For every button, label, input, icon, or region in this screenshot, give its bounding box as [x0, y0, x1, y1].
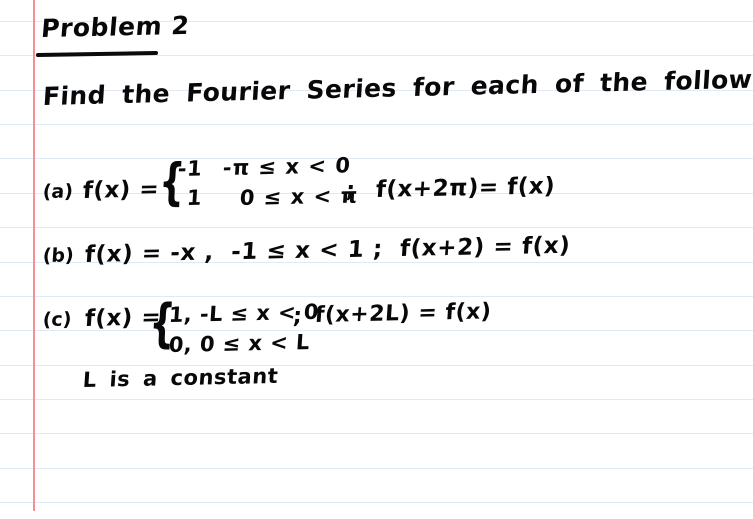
piecewise-value-c-1: 1, [168, 302, 194, 327]
periodicity-condition-a: f(x+2π)= f(x) [375, 173, 557, 203]
piecewise-value-c-2: 0, [168, 332, 194, 357]
problem-label-b: (b) [42, 244, 75, 267]
page-title: Problem 2 [40, 10, 191, 44]
constant-note-c: L is a constant [82, 363, 280, 392]
piecewise-domain-c-2: 0 ≤ x < L [199, 330, 311, 357]
piecewise-value-a-1: -1 [177, 156, 203, 181]
piecewise-domain-a-1: -π ≤ x < 0 [222, 153, 352, 180]
problem-label-c: (c) [42, 308, 73, 331]
handwriting-layer: Problem 2 Find the Fourier Series for ea… [0, 0, 753, 519]
piecewise-value-a-2: 1 [186, 185, 203, 210]
page-title-underline [35, 50, 159, 58]
piecewise-domain-a-2: 0 ≤ x < π [239, 183, 360, 210]
periodicity-condition-c: f(x+2L) = f(x) [314, 299, 493, 328]
problem-label-a: (a) [42, 180, 74, 203]
function-notation-a: f(x) = [82, 176, 161, 204]
instruction-text: Find the Fourier Series for each of the … [42, 63, 753, 111]
piecewise-case-c-2: 0, 0 ≤ x < L [168, 330, 311, 357]
separator-c: ; [292, 304, 304, 329]
problem-body-b: f(x) = -x , -1 ≤ x < 1 ; f(x+2) = f(x) [84, 232, 572, 268]
notebook-page: Problem 2 Find the Fourier Series for ea… [0, 0, 753, 519]
